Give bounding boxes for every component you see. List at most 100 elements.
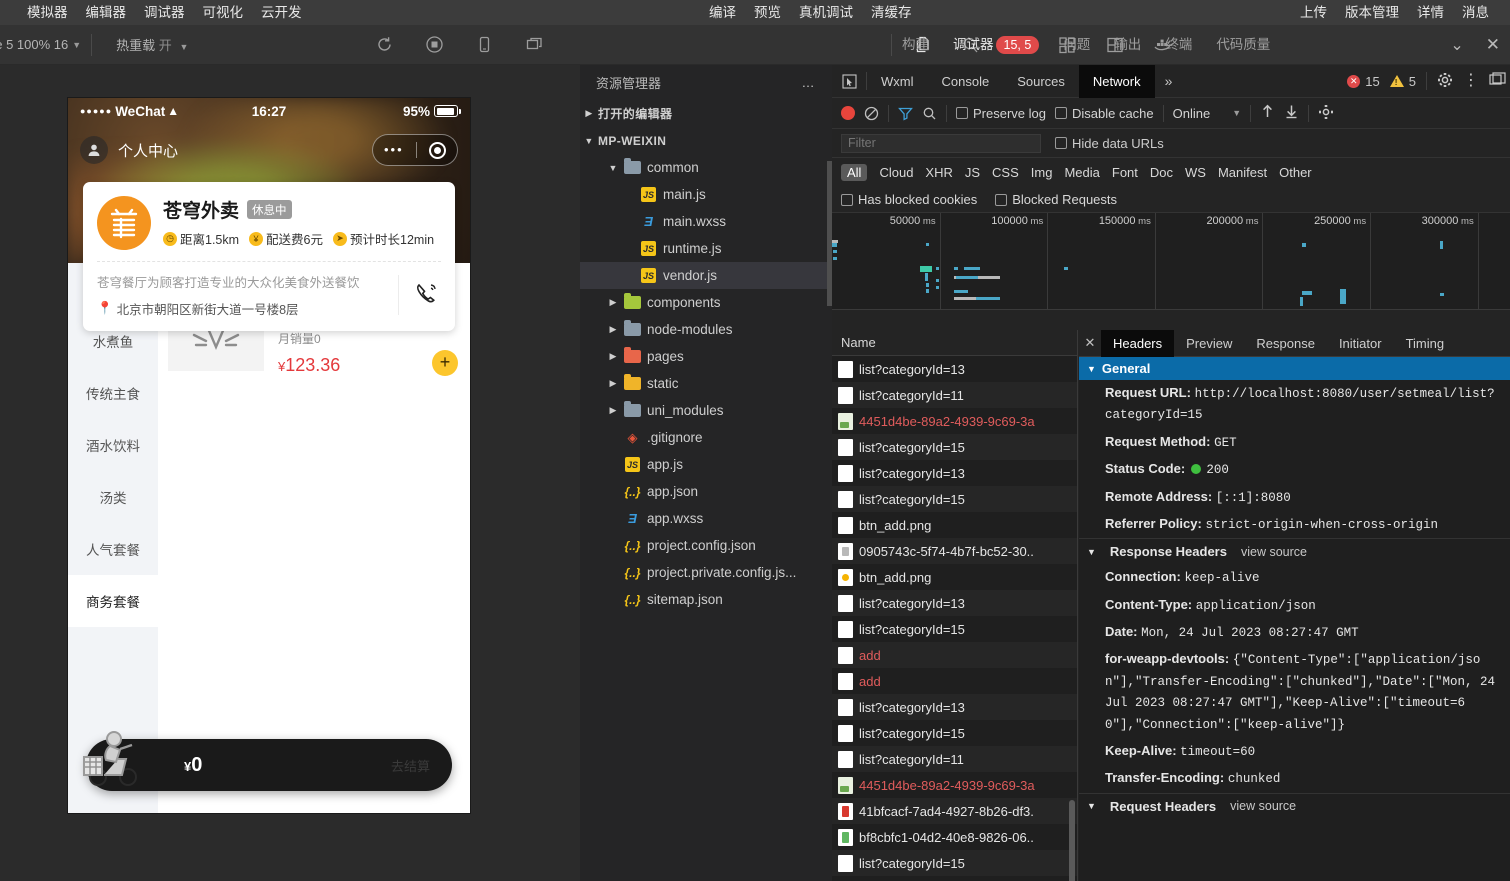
window-icon[interactable]: [523, 34, 545, 56]
explorer-item-0[interactable]: ▼ common: [580, 154, 832, 181]
explorer-item-14[interactable]: {..} project.config.json: [580, 532, 832, 559]
gear-icon[interactable]: [1437, 72, 1453, 91]
phone-icon[interactable]: [413, 281, 441, 309]
chevron-right-icon[interactable]: »: [1155, 73, 1183, 89]
table-row[interactable]: btn_add.png: [832, 512, 1077, 538]
record-icon[interactable]: [841, 106, 855, 120]
table-row[interactable]: 4451d4be-89a2-4939-9c69-3a: [832, 772, 1077, 798]
category-item-4[interactable]: 汤类: [68, 471, 158, 523]
debugger-tab-2[interactable]: 问题: [1051, 25, 1102, 65]
debugger-tab-3[interactable]: 输出: [1102, 25, 1153, 65]
wechat-capsule[interactable]: •••: [372, 134, 458, 166]
person-icon[interactable]: [80, 136, 108, 164]
resource-type-img[interactable]: Img: [1031, 165, 1053, 180]
add-to-cart-button[interactable]: +: [432, 350, 458, 376]
inspect-icon[interactable]: [832, 73, 866, 89]
devtools-tab-console[interactable]: Console: [928, 65, 1004, 98]
menu-item-1[interactable]: 预览: [745, 0, 790, 25]
explorer-item-4[interactable]: JS vendor.js: [580, 262, 832, 289]
explorer-item-5[interactable]: ▶ components: [580, 289, 832, 316]
resource-type-all[interactable]: All: [841, 164, 868, 181]
throttle-select[interactable]: Online ▼: [1173, 106, 1242, 121]
table-row[interactable]: add: [832, 642, 1077, 668]
gear-icon[interactable]: [1318, 104, 1334, 123]
table-row[interactable]: 41bfcacf-7ad4-4927-8b26-df3.: [832, 798, 1077, 824]
resource-type-font[interactable]: Font: [1112, 165, 1138, 180]
table-row[interactable]: 4451d4be-89a2-4939-9c69-3a: [832, 408, 1077, 434]
table-row[interactable]: list?categoryId=13: [832, 356, 1077, 382]
explorer-section-1[interactable]: ▼ MP-WEIXIN: [580, 127, 832, 154]
explorer-item-15[interactable]: {..} project.private.config.js...: [580, 559, 832, 586]
view-source-link[interactable]: view source: [1241, 545, 1307, 559]
explorer-item-9[interactable]: ▶ uni_modules: [580, 397, 832, 424]
menu-item-2[interactable]: 调试器: [135, 0, 194, 25]
hide-data-urls-checkbox[interactable]: Hide data URLs: [1055, 136, 1164, 151]
blocked-requests-checkbox[interactable]: Blocked Requests: [995, 192, 1117, 207]
explorer-item-6[interactable]: ▶ node-modules: [580, 316, 832, 343]
table-row[interactable]: 0905743c-5f74-4b7f-bc52-30..: [832, 538, 1077, 564]
mobile-icon[interactable]: [473, 34, 495, 56]
category-item-6[interactable]: 商务套餐: [68, 575, 158, 627]
menu-item-3[interactable]: 可视化: [194, 0, 253, 25]
resource-type-ws[interactable]: WS: [1185, 165, 1206, 180]
menu-item-4[interactable]: 云开发: [252, 0, 311, 25]
category-item-3[interactable]: 酒水饮料: [68, 419, 158, 471]
menu-item-0[interactable]: 上传: [1291, 0, 1336, 25]
resource-type-other[interactable]: Other: [1279, 165, 1312, 180]
table-row[interactable]: list?categoryId=13: [832, 694, 1077, 720]
chevron-down-icon[interactable]: ⌄: [1450, 35, 1463, 55]
cart-bar[interactable]: ¥0 去结算: [83, 731, 452, 791]
table-row[interactable]: bf8cbfc1-04d2-40e8-9826-06..: [832, 824, 1077, 850]
debugger-tab-4[interactable]: 终端: [1153, 25, 1204, 65]
error-count-badge[interactable]: ✕ 15: [1347, 74, 1380, 89]
table-row[interactable]: list?categoryId=11: [832, 382, 1077, 408]
table-row[interactable]: list?categoryId=13: [832, 590, 1077, 616]
resource-type-js[interactable]: JS: [965, 165, 980, 180]
detail-tab-timing[interactable]: Timing: [1394, 330, 1457, 357]
explorer-item-12[interactable]: {..} app.json: [580, 478, 832, 505]
download-icon[interactable]: [1284, 104, 1299, 122]
table-row[interactable]: btn_add.png: [832, 564, 1077, 590]
detail-tab-preview[interactable]: Preview: [1174, 330, 1244, 357]
debugger-tab-0[interactable]: 构建: [890, 25, 941, 65]
menu-item-0[interactable]: 编译: [700, 0, 745, 25]
response-headers-section-header[interactable]: ▼ Response Headers view source: [1079, 538, 1510, 564]
menu-item-2[interactable]: 详情: [1408, 0, 1453, 25]
explorer-item-13[interactable]: Ǝapp.wxss: [580, 505, 832, 532]
hot-reload-toggle[interactable]: 热重载 开 ▼: [116, 35, 188, 54]
request-headers-section-header[interactable]: ▼ Request Headers view source: [1079, 792, 1510, 819]
devtools-tab-network[interactable]: Network: [1078, 64, 1155, 98]
resource-type-cloud[interactable]: Cloud: [879, 165, 913, 180]
record-icon[interactable]: [423, 34, 445, 56]
device-selector[interactable]: ne 5 100% 16 ▼: [0, 37, 81, 52]
category-item-5[interactable]: 人气套餐: [68, 523, 158, 575]
explorer-item-11[interactable]: JS app.js: [580, 451, 832, 478]
table-row[interactable]: list?categoryId=15: [832, 720, 1077, 746]
menu-item-0[interactable]: 模拟器: [18, 0, 77, 25]
table-row[interactable]: list?categoryId=13: [832, 460, 1077, 486]
warning-count-badge[interactable]: 5: [1389, 74, 1416, 89]
resource-type-media[interactable]: Media: [1064, 165, 1099, 180]
network-overview-timeline[interactable]: 50000 ms 100000 ms 150000 ms 200000 ms 25000…: [832, 213, 1510, 310]
disable-cache-checkbox[interactable]: Disable cache: [1054, 106, 1154, 121]
devtools-tab-sources[interactable]: Sources: [1003, 65, 1079, 98]
explorer-item-3[interactable]: JS runtime.js: [580, 235, 832, 262]
explorer-item-16[interactable]: {..} sitemap.json: [580, 586, 832, 613]
explorer-item-2[interactable]: Ǝmain.wxss: [580, 208, 832, 235]
ellipsis-icon[interactable]: …: [802, 75, 817, 90]
search-icon[interactable]: [922, 106, 937, 121]
target-icon[interactable]: [429, 141, 446, 159]
close-icon[interactable]: ✕: [1486, 35, 1500, 55]
explorer-item-10[interactable]: ◈ .gitignore: [580, 424, 832, 451]
filter-input[interactable]: [841, 133, 1041, 153]
checkout-button[interactable]: 去结算: [391, 756, 430, 775]
table-row[interactable]: add: [832, 668, 1077, 694]
clear-icon[interactable]: [864, 106, 879, 121]
explorer-item-7[interactable]: ▶ pages: [580, 343, 832, 370]
general-section-header[interactable]: ▼ General: [1079, 357, 1510, 380]
detail-tab-initiator[interactable]: Initiator: [1327, 330, 1394, 357]
resource-type-xhr[interactable]: XHR: [925, 165, 952, 180]
preserve-log-checkbox[interactable]: Preserve log: [956, 106, 1046, 121]
menu-item-3[interactable]: 消息: [1453, 0, 1498, 25]
kebab-menu-icon[interactable]: ⋮: [1463, 73, 1479, 89]
